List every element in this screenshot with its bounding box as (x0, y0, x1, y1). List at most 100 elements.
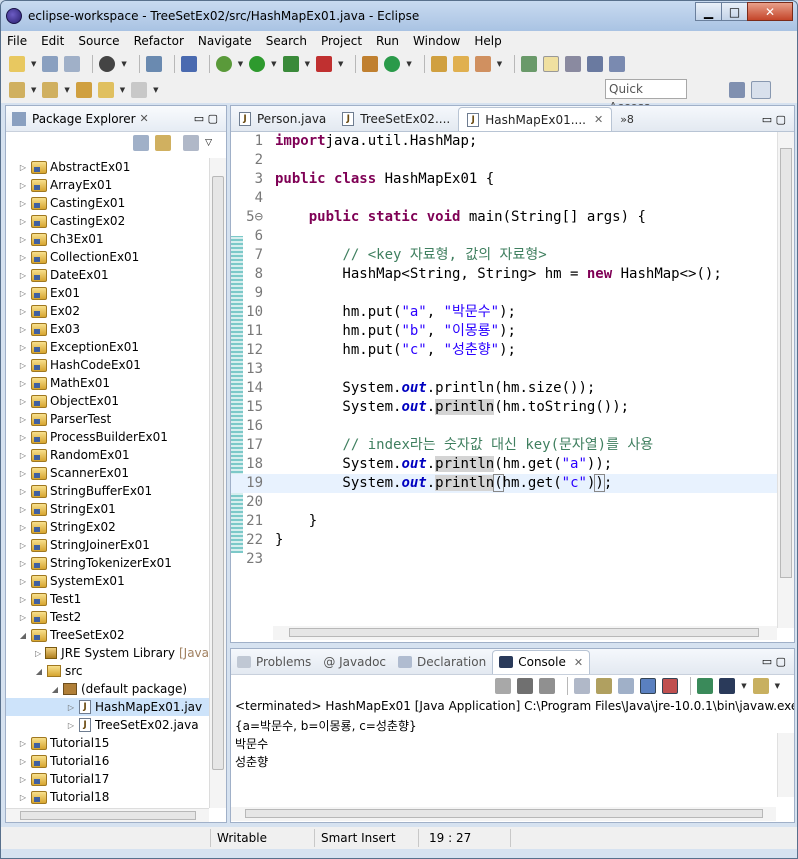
previous-annotation-icon[interactable] (42, 82, 59, 98)
collapse-arrow-icon[interactable]: ▷ (18, 181, 28, 190)
tree-item[interactable]: ▷ ScannerEx01 (6, 464, 209, 482)
word-wrap-icon[interactable] (618, 678, 635, 694)
collapse-arrow-icon[interactable]: ▷ (18, 289, 28, 298)
code-line[interactable]: 6 (231, 227, 794, 246)
console-minimize-maximize-icon[interactable]: ▭ ▢ (762, 655, 786, 668)
new-java-project-icon[interactable] (362, 56, 379, 72)
tree-item[interactable]: ▷ ExceptionEx01 (6, 338, 209, 356)
tab-declaration[interactable]: Declaration (392, 650, 492, 674)
code-line[interactable]: 13 (231, 360, 794, 379)
tab-javadoc[interactable]: @ Javadoc (317, 650, 392, 674)
tree-item[interactable]: ▷ CastingEx01 (6, 194, 209, 212)
code-line[interactable]: 22} (231, 531, 794, 550)
quick-access-input[interactable]: Quick Access (605, 79, 687, 114)
editor-minimize-maximize-icon[interactable]: ▭ ▢ (762, 113, 786, 126)
console-output[interactable]: {a=박문수, b=이몽룡, c=성춘향} 박문수 성춘향 (231, 717, 776, 807)
show-on-stderr-icon[interactable] (662, 678, 679, 694)
debug-icon[interactable] (215, 56, 232, 72)
collapse-arrow-icon[interactable]: ▷ (18, 433, 28, 442)
show-on-stdout-icon[interactable] (640, 678, 657, 694)
tree-item[interactable]: ▷ J HashMapEx01.jav (6, 698, 209, 716)
code-line[interactable]: 5⊖ public static void main(String[] args… (231, 208, 794, 227)
code-line[interactable]: 11 hm.put("b", "이몽룡"); (231, 322, 794, 341)
collapse-arrow-icon[interactable]: ▷ (66, 721, 76, 730)
collapse-arrow-icon[interactable]: ▷ (18, 199, 28, 208)
collapse-arrow-icon[interactable]: ▷ (18, 253, 28, 262)
collapse-arrow-icon[interactable]: ▷ (66, 703, 76, 712)
back-icon[interactable] (97, 82, 114, 98)
code-line[interactable]: 9 (231, 284, 794, 303)
collapse-arrow-icon[interactable]: ▷ (18, 451, 28, 460)
tree-item[interactable]: ▷ MathEx01 (6, 374, 209, 392)
show-whitespace-icon[interactable] (587, 56, 604, 72)
collapse-arrow-icon[interactable]: ▷ (18, 163, 28, 172)
collapse-arrow-icon[interactable]: ▷ (18, 595, 28, 604)
tree-item[interactable]: ▷ JRE System Library [Java (6, 644, 209, 662)
link-with-editor-icon[interactable] (155, 135, 172, 151)
collapse-arrow-icon[interactable]: ▷ (18, 379, 28, 388)
collapse-arrow-icon[interactable]: ▷ (18, 307, 28, 316)
remove-launch-icon[interactable] (517, 678, 534, 694)
toggle-mark-occurrences-icon[interactable] (521, 56, 538, 72)
collapse-arrow-icon[interactable]: ▷ (18, 361, 28, 370)
tab-problems[interactable]: Problems (231, 650, 317, 674)
minimize-button[interactable]: ▁ (695, 2, 722, 21)
tree-item[interactable]: ▷ ProcessBuilderEx01 (6, 428, 209, 446)
open-console-icon[interactable] (752, 678, 769, 694)
skip-breakpoints-icon[interactable] (180, 56, 197, 72)
coverage-icon[interactable] (282, 56, 299, 72)
tree-vertical-scrollbar[interactable] (209, 158, 226, 808)
expand-arrow-icon[interactable]: ◢ (34, 667, 44, 676)
close-button[interactable]: ✕ (747, 2, 793, 21)
code-line[interactable]: 8 HashMap<String, String> hm = new HashM… (231, 265, 794, 284)
collapse-all-icon[interactable] (133, 135, 150, 151)
code-line[interactable]: 14 System.out.println(hm.size()); (231, 379, 794, 398)
tree-item[interactable]: ▷ SystemEx01 (6, 572, 209, 590)
tree-item[interactable]: ▷ Test2 (6, 608, 209, 626)
clear-console-icon[interactable] (574, 678, 591, 694)
tree-item[interactable]: ▷ Test1 (6, 590, 209, 608)
java-perspective-icon[interactable] (751, 81, 771, 99)
tab-hashmapex01[interactable]: J HashMapEx01.... ✕ (458, 107, 613, 131)
close-view-icon[interactable]: ✕ (140, 112, 149, 125)
menu-navigate[interactable]: Navigate (198, 34, 252, 48)
collapse-arrow-icon[interactable]: ▷ (18, 487, 28, 496)
collapse-arrow-icon[interactable]: ▷ (18, 415, 28, 424)
menu-help[interactable]: Help (474, 34, 501, 48)
menu-project[interactable]: Project (321, 34, 362, 48)
open-folder-icon[interactable] (452, 56, 469, 72)
expand-arrow-icon[interactable]: ◢ (18, 631, 28, 640)
code-line[interactable]: 23 (231, 550, 794, 569)
terminate-icon[interactable] (495, 678, 512, 694)
menu-run[interactable]: Run (376, 34, 399, 48)
collapse-arrow-icon[interactable]: ▷ (18, 577, 28, 586)
tab-overflow[interactable]: »8 (612, 107, 642, 131)
code-area[interactable]: 1 importjava.util.HashMap; 2 3 public class … (231, 132, 794, 628)
expand-arrow-icon[interactable]: ◢ (50, 685, 60, 694)
code-line[interactable]: 4 (231, 189, 794, 208)
code-line[interactable]: 21 } (231, 512, 794, 531)
code-line[interactable]: 1 importjava.util.HashMap; (231, 132, 794, 151)
code-line[interactable]: 16 (231, 417, 794, 436)
collapse-arrow-icon[interactable]: ▷ (18, 559, 28, 568)
view-menu-icon[interactable]: ▽ (205, 138, 212, 148)
tree-item[interactable]: ▷ J TreeSetEx02.java (6, 716, 209, 734)
tree-item[interactable]: ▷ StringEx02 (6, 518, 209, 536)
collapse-arrow-icon[interactable]: ▷ (18, 217, 28, 226)
collapse-arrow-icon[interactable]: ▷ (18, 793, 28, 802)
open-type-icon[interactable] (430, 56, 447, 72)
block-selection-icon[interactable] (565, 56, 582, 72)
tree-item[interactable]: ▷ StringBufferEx01 (6, 482, 209, 500)
console-vertical-scrollbar[interactable] (777, 733, 794, 797)
tree-item[interactable]: ▷ StringJoinerEx01 (6, 536, 209, 554)
focus-icon[interactable] (183, 135, 200, 151)
code-line[interactable]: 19 System.out.println(hm.get("c")); (231, 474, 794, 493)
menu-search[interactable]: Search (266, 34, 307, 48)
collapse-arrow-icon[interactable]: ▷ (18, 325, 28, 334)
code-line[interactable]: 12 hm.put("c", "성춘향"); (231, 341, 794, 360)
code-line[interactable]: 18 System.out.println(hm.get("a")); (231, 455, 794, 474)
minimize-maximize-icon[interactable]: ▭ ▢ (194, 112, 218, 125)
code-line[interactable]: 15 System.out.println(hm.toString()); (231, 398, 794, 417)
forward-icon[interactable] (131, 82, 148, 98)
menu-file[interactable]: File (7, 34, 27, 48)
